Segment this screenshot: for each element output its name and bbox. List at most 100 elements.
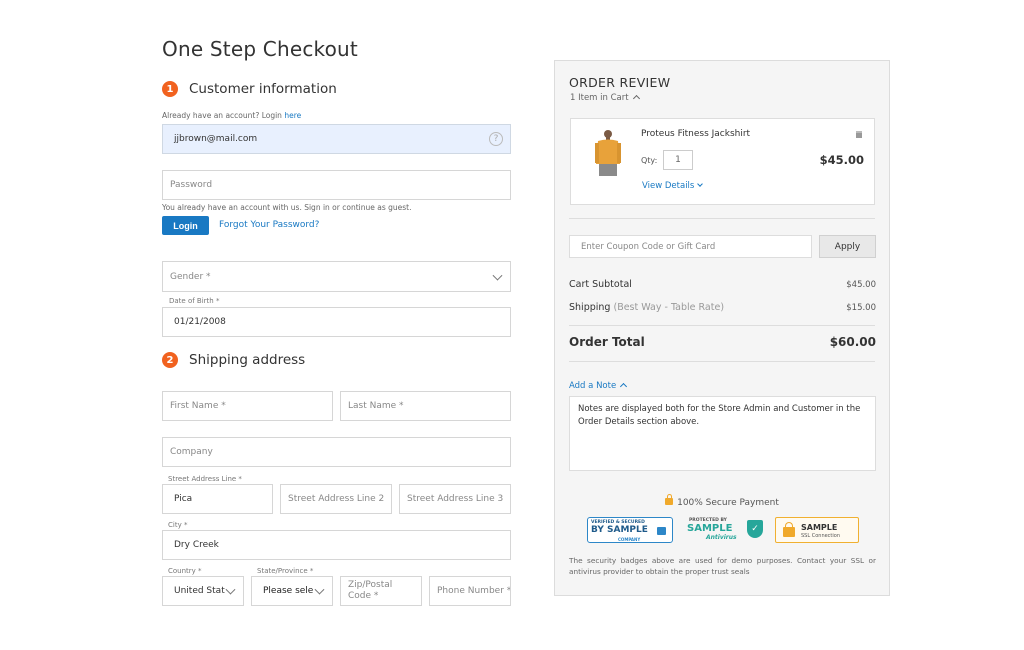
first-name-field[interactable]: First Name * <box>162 391 333 421</box>
state-select[interactable]: Please sele <box>251 576 333 606</box>
gender-placeholder: Gender * <box>170 271 211 282</box>
coupon-input[interactable]: Enter Coupon Code or Gift Card <box>569 235 812 258</box>
order-total-label: Order Total <box>569 335 645 349</box>
badge-text: SAMPLE <box>801 523 838 532</box>
street-line-2-field[interactable]: Street Address Line 2 <box>280 484 392 514</box>
shipping-method: (Best Way - Table Rate) <box>613 302 725 313</box>
trash-icon[interactable] <box>856 131 862 138</box>
gender-select[interactable]: Gender * <box>162 261 511 292</box>
security-disclaimer: The security badges above are used for d… <box>569 556 876 576</box>
secure-payment: 100% Secure Payment <box>555 494 889 508</box>
divider <box>569 325 875 326</box>
country-select[interactable]: United Stat <box>162 576 244 606</box>
shipping-row: Shipping (Best Way - Table Rate) $15.00 <box>569 302 876 313</box>
shield-check-icon: ✓ <box>747 520 763 538</box>
forgot-password-link[interactable]: Forgot Your Password? <box>219 220 319 230</box>
subtotal-label: Cart Subtotal <box>569 279 632 290</box>
badge-text: COMPANY <box>618 537 641 542</box>
street2-placeholder: Street Address Line 2 <box>288 494 385 504</box>
dob-field[interactable]: 01/21/2008 <box>162 307 511 337</box>
first-name-placeholder: First Name * <box>170 401 226 411</box>
zip-field[interactable]: Zip/Postal Code * <box>340 576 422 606</box>
ssl-badge: SAMPLE SSL Connection <box>775 517 859 543</box>
shipping-label: Shipping (Best Way - Table Rate) <box>569 302 724 313</box>
shipping-value: $15.00 <box>846 302 876 313</box>
street-line-3-field[interactable]: Street Address Line 3 <box>399 484 511 514</box>
order-total-value: $60.00 <box>829 335 876 349</box>
dob-value: 01/21/2008 <box>174 317 226 327</box>
street-line-1-field[interactable]: Pica <box>162 484 273 514</box>
email-field[interactable]: jjbrown@mail.com ? <box>162 124 511 154</box>
step-badge: 1 <box>162 81 178 97</box>
zip-placeholder: Zip/Postal Code * <box>348 580 393 601</box>
section-title: Shipping address <box>189 352 306 368</box>
verified-secured-badge: VERIFIED & SECURED BY SAMPLE COMPANY <box>587 517 673 543</box>
lock-icon <box>783 522 795 537</box>
order-total-row: Order Total $60.00 <box>569 335 876 349</box>
account-prompt-text: Already have an account? Login <box>162 111 282 120</box>
dob-label: Date of Birth * <box>169 297 219 305</box>
items-count-text: 1 Item in Cart <box>570 93 629 103</box>
state-label: State/Province * <box>257 567 314 575</box>
city-field[interactable]: Dry Creek <box>162 530 511 560</box>
add-note-toggle[interactable]: Add a Note <box>569 381 628 391</box>
city-value: Dry Creek <box>174 540 219 550</box>
password-field[interactable]: Password <box>162 170 511 200</box>
phone-placeholder: Phone Number * <box>437 586 510 596</box>
divider <box>569 361 875 362</box>
chevron-down-icon <box>314 584 325 595</box>
last-name-placeholder: Last Name * <box>348 401 404 411</box>
view-details-link[interactable]: View Details <box>642 181 704 191</box>
badge-text: Antivirus <box>706 534 737 541</box>
view-details-text: View Details <box>642 181 695 191</box>
antivirus-badge: PROTECTED BY SAMPLE Antivirus ✓ <box>686 517 764 543</box>
account-notice: You already have an account with us. Sig… <box>162 203 412 212</box>
section-title: Customer information <box>189 81 337 97</box>
shipping-label-text: Shipping <box>569 302 611 313</box>
qty-label: Qty: <box>641 156 658 165</box>
secure-payment-text: 100% Secure Payment <box>677 498 779 508</box>
lock-icon <box>665 494 674 505</box>
cart-items-toggle[interactable]: 1 Item in Cart <box>570 93 640 103</box>
lock-icon <box>657 527 666 535</box>
subtotal-row: Cart Subtotal $45.00 <box>569 279 876 290</box>
add-note-text: Add a Note <box>569 381 617 391</box>
subtotal-value: $45.00 <box>846 279 876 290</box>
email-value: jjbrown@mail.com <box>174 134 258 144</box>
order-review-title: ORDER REVIEW <box>569 75 671 90</box>
company-field[interactable]: Company <box>162 437 511 467</box>
street1-value: Pica <box>174 494 193 504</box>
badge-text: BY SAMPLE <box>591 525 648 535</box>
chevron-down-icon <box>225 584 236 595</box>
company-placeholder: Company <box>170 447 213 457</box>
login-here-link[interactable]: here <box>284 111 301 120</box>
note-textarea[interactable]: Notes are displayed both for the Store A… <box>569 396 876 471</box>
state-value: Please sele <box>263 586 314 596</box>
qty-input[interactable]: 1 <box>663 150 693 170</box>
login-button[interactable]: Login <box>162 216 209 235</box>
dob-label-text: Date of Birth <box>169 297 214 305</box>
chevron-up-icon <box>620 382 628 391</box>
divider <box>569 218 875 219</box>
badge-text: SAMPLE <box>687 523 733 534</box>
required-marker: * <box>215 297 220 305</box>
account-prompt: Already have an account? Login here <box>162 111 301 120</box>
phone-field[interactable]: Phone Number * <box>429 576 511 606</box>
shipping-address-heading: 2 Shipping address <box>162 352 305 368</box>
product-image <box>595 130 621 176</box>
help-icon[interactable]: ? <box>489 132 503 146</box>
cart-item: Proteus Fitness Jackshirt Qty: 1 $45.00 … <box>570 118 875 205</box>
order-review-panel: ORDER REVIEW 1 Item in Cart Proteus Fitn… <box>554 60 890 596</box>
apply-coupon-button[interactable]: Apply <box>819 235 876 258</box>
chevron-down-icon <box>697 181 704 187</box>
page-title: One Step Checkout <box>162 37 358 61</box>
street-label: Street Address Line * <box>168 475 242 483</box>
last-name-field[interactable]: Last Name * <box>340 391 511 421</box>
chevron-down-icon <box>492 270 503 281</box>
product-name: Proteus Fitness Jackshirt <box>641 129 751 139</box>
badge-text: SSL Connection <box>801 533 841 539</box>
city-label: City * <box>168 521 188 529</box>
country-label: Country * <box>168 567 202 575</box>
street3-placeholder: Street Address Line 3 <box>407 494 504 504</box>
customer-info-heading: 1 Customer information <box>162 81 337 97</box>
